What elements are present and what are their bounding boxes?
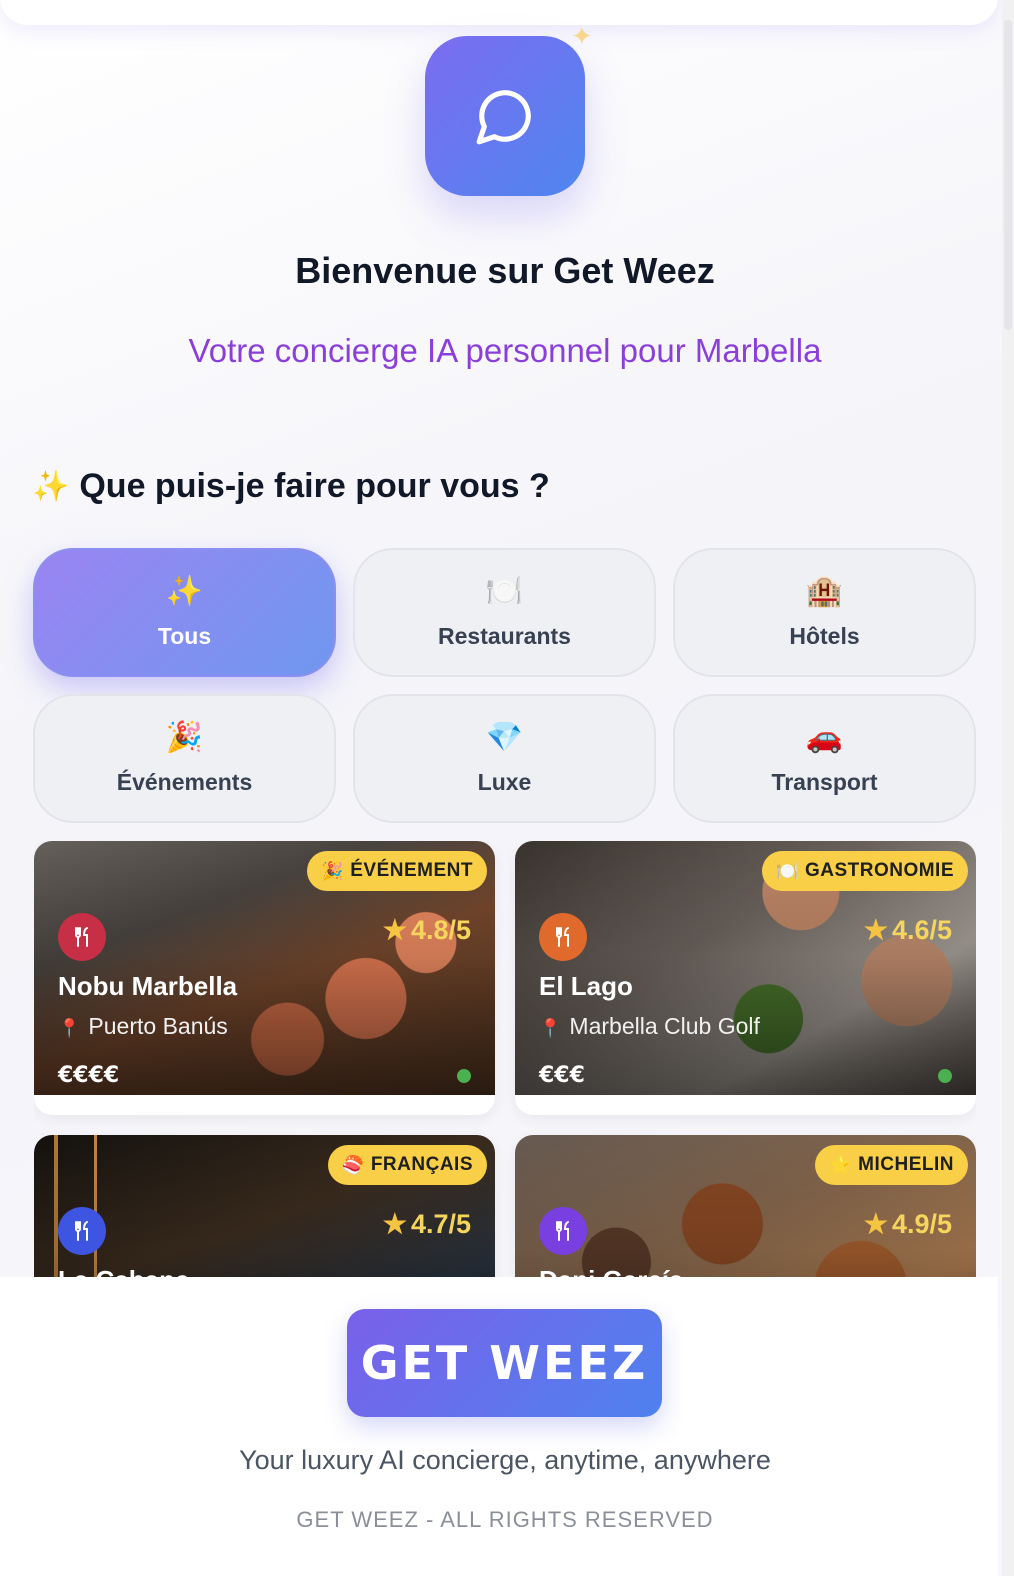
category-label: Restaurants — [438, 623, 571, 649]
venue-card-dani-garcia[interactable]: ⭐ MICHELIN ★4.9/5 Dani García — [515, 1135, 976, 1277]
chat-bubble-icon — [476, 90, 531, 145]
location-text: Marbella Club Golf — [569, 1013, 760, 1039]
party-popper-icon: 🎉 — [165, 720, 204, 755]
venue-name: El Lago — [539, 971, 633, 1001]
badge-label: FRANÇAIS — [370, 1154, 473, 1175]
footer-tagline: Your luxury AI concierge, anytime, anywh… — [239, 1445, 771, 1475]
rating: ★ 4.8/5 — [383, 915, 471, 946]
venue-card-grid: 🎉 ÉVÉNEMENT ★ 4.8/5 Nobu Marbella 📍 Puerto… — [34, 841, 976, 1277]
section-title-text: Que puis-je faire pour vous ? — [79, 467, 550, 505]
category-transport[interactable]: 🚗 Transport — [673, 694, 976, 823]
category-badge: 🍽️ GASTRONOMIE — [762, 851, 968, 891]
scrollbar[interactable] — [1002, 0, 1014, 1576]
category-label: Événements — [116, 769, 253, 795]
location-text: Puerto Banús — [88, 1013, 228, 1039]
restaurant-type-icon — [539, 1207, 587, 1255]
rating-value: 4.6/5 — [891, 915, 952, 945]
get-weez-button[interactable]: GET WEEZ — [347, 1309, 662, 1417]
star-icon: ★ — [863, 915, 888, 945]
category-luxury[interactable]: 💎 Luxe — [353, 694, 656, 823]
restaurant-type-icon — [539, 913, 587, 961]
venue-card-el-lago[interactable]: 🍽️ GASTRONOMIE ★ 4.6/5 El Lago 📍 Marbella … — [515, 841, 976, 1115]
fork-knife-icon — [556, 1221, 569, 1241]
rating: ★ 4.7/5 — [383, 1209, 471, 1240]
rating-value: 4.7/5 — [410, 1209, 471, 1239]
venue-name: Nobu Marbella — [58, 971, 238, 1001]
fork-knife-icon — [75, 927, 88, 947]
availability-dot — [938, 1069, 952, 1083]
venue-card-la-cabane[interactable]: 🍣 FRANÇAIS ★4.7/5 La Cabane — [34, 1135, 495, 1277]
plate-cutlery-icon: 🍽️ — [485, 574, 524, 609]
category-events[interactable]: 🎉 Événements — [33, 694, 336, 823]
app-logo — [425, 36, 585, 196]
category-label: Transport — [771, 769, 878, 795]
star-icon: ★ — [863, 1209, 888, 1239]
rating: ★ 4.9/5 — [864, 1209, 952, 1240]
category-filter-grid: ✨ Tous 🍽️ Restaurants 🏨 Hôtels 🎉 Événeme… — [33, 548, 977, 823]
category-label: Tous — [157, 623, 212, 649]
sparkles-icon: ✨ — [165, 574, 204, 609]
badge-label: GASTRONOMIE — [804, 860, 954, 881]
welcome-title: Bienvenue sur Get Weez — [295, 250, 715, 291]
fork-knife-icon — [556, 927, 569, 947]
plate-cutlery-icon: 🍽️ — [776, 860, 799, 881]
category-badge: 🍣 FRANÇAIS — [327, 1145, 487, 1185]
category-all[interactable]: ✨ Tous — [33, 548, 336, 677]
venue-name: Dani García — [539, 1265, 684, 1277]
badge-label: ÉVÉNEMENT — [350, 860, 473, 881]
sparkle-icon: ✦ — [571, 22, 593, 52]
category-hotels[interactable]: 🏨 Hôtels — [673, 548, 976, 677]
footer-copyright: GET WEEZ - ALL RIGHTS RESERVED — [296, 1507, 714, 1532]
category-badge: ⭐ MICHELIN — [815, 1145, 968, 1185]
sushi-icon: 🍣 — [341, 1154, 365, 1175]
party-popper-icon: 🎉 — [321, 860, 345, 881]
venue-card-nobu[interactable]: 🎉 ÉVÉNEMENT ★ 4.8/5 Nobu Marbella 📍 Puerto… — [34, 841, 495, 1115]
footer: GET WEEZ Your luxury AI concierge, anyti… — [0, 1277, 998, 1576]
venue-location: 📍 Marbella Club Golf — [539, 1013, 760, 1040]
category-label: Hôtels — [789, 623, 860, 649]
rating-value: 4.8/5 — [410, 915, 471, 945]
map-pin-icon: 📍 — [539, 1018, 562, 1038]
fork-knife-icon — [75, 1221, 88, 1241]
venue-name: La Cabane — [58, 1265, 190, 1277]
venue-location: 📍 Puerto Banús — [58, 1013, 228, 1040]
badge-label: MICHELIN — [858, 1154, 954, 1175]
sparkles-icon: ✨ — [32, 470, 70, 503]
rating: ★ 4.6/5 — [864, 915, 952, 946]
hotel-icon: 🏨 — [805, 574, 844, 609]
price-level: €€€ — [539, 1063, 585, 1088]
category-restaurants[interactable]: 🍽️ Restaurants — [353, 548, 656, 677]
car-icon: 🚗 — [805, 720, 844, 755]
category-badge: 🎉 ÉVÉNEMENT — [307, 851, 487, 891]
rating-value: 4.9/5 — [891, 1209, 952, 1239]
section-title: ✨ Que puis-je faire pour vous ? — [32, 467, 550, 506]
diamond-icon: 💎 — [485, 720, 524, 755]
star-icon: ★ — [382, 915, 407, 945]
star-icon: ⭐ — [829, 1154, 853, 1175]
restaurant-type-icon — [58, 913, 106, 961]
welcome-subtitle: Votre concierge IA personnel pour Marbel… — [188, 332, 822, 369]
top-card — [0, 0, 998, 25]
restaurant-type-icon — [58, 1207, 106, 1255]
star-icon: ★ — [382, 1209, 407, 1239]
category-label: Luxe — [477, 769, 532, 795]
price-level: €€€€ — [58, 1063, 120, 1088]
availability-dot — [457, 1069, 471, 1083]
map-pin-icon: 📍 — [58, 1018, 81, 1038]
